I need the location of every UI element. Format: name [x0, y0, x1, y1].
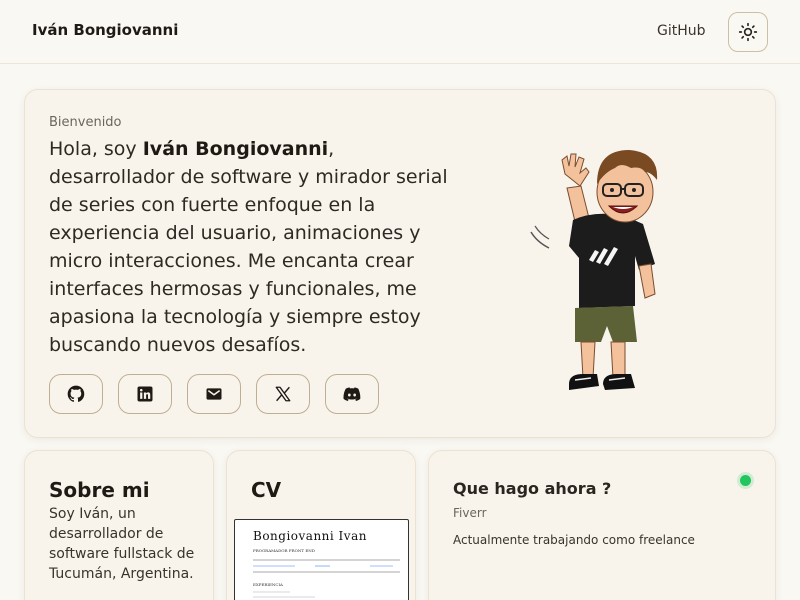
about-card[interactable]: Sobre mi Soy Iván, un desarrollador de s… — [24, 450, 214, 600]
now-subtitle: Fiverr — [453, 506, 487, 520]
site-header: Iván Bongiovanni GitHub — [0, 0, 800, 64]
cv-doc-lines — [253, 559, 400, 598]
hero-intro: Hola, soy Iván Bongiovanni, desarrollado… — [49, 135, 454, 359]
discord-icon — [343, 387, 361, 401]
x-button[interactable] — [256, 374, 310, 414]
cv-doc-section: EXPERIENCIA — [253, 582, 283, 587]
about-text: Soy Iván, un desarrollador de software f… — [49, 506, 195, 582]
discord-button[interactable] — [325, 374, 379, 414]
email-button[interactable] — [187, 374, 241, 414]
theme-toggle-button[interactable] — [728, 12, 768, 52]
hero-card: Bienvenido Hola, soy Iván Bongiovanni, d… — [24, 89, 776, 438]
about-title: Sobre mi — [49, 478, 150, 502]
now-description: Actualmente trabajando como freelance — [453, 533, 695, 547]
intro-name: Iván Bongiovanni — [142, 138, 329, 160]
intro-before: Hola, soy — [49, 138, 143, 160]
now-title: Que hago ahora ? — [453, 479, 612, 498]
github-icon — [67, 385, 85, 402]
cv-card[interactable]: CV Bongiovanni Ivan PROGRAMADOR FRONT EN… — [226, 450, 416, 600]
github-button[interactable] — [49, 374, 103, 414]
hero-kicker: Bienvenido — [49, 115, 122, 130]
x-icon — [275, 386, 291, 402]
avatar-illustration — [530, 150, 658, 390]
sun-icon — [738, 22, 758, 42]
intro-after: , desarrollador de software y mirador se… — [49, 138, 448, 356]
cv-title: CV — [251, 478, 282, 502]
github-nav-link[interactable]: GitHub — [657, 23, 706, 39]
linkedin-icon — [137, 386, 153, 402]
status-indicator — [740, 475, 751, 486]
cv-preview[interactable]: Bongiovanni Ivan PROGRAMADOR FRONT END E… — [234, 519, 409, 600]
now-card[interactable]: Que hago ahora ? Fiverr Actualmente trab… — [428, 450, 776, 600]
brand-name[interactable]: Iván Bongiovanni — [32, 21, 178, 39]
linkedin-button[interactable] — [118, 374, 172, 414]
mail-icon — [206, 388, 222, 400]
